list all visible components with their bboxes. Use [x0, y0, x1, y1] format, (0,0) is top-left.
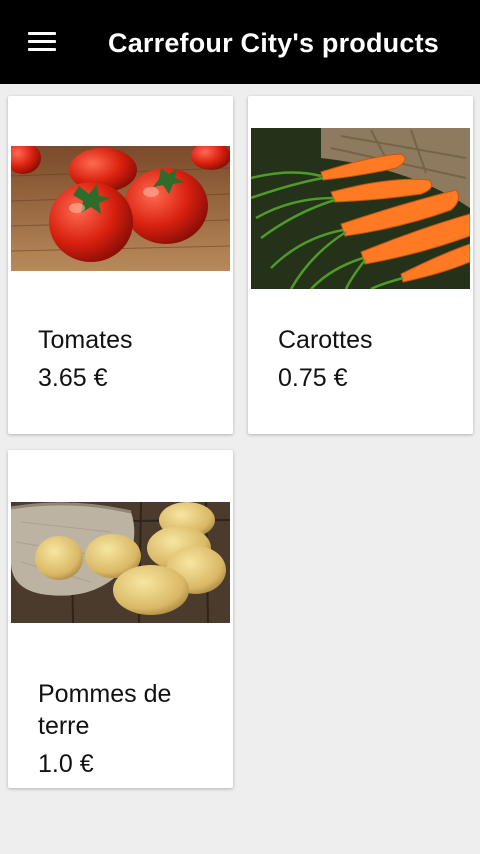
product-card-pommes-de-terre[interactable]: Pommes de terre 1.0 €	[8, 450, 233, 788]
page-title: Carrefour City's products	[108, 28, 439, 58]
product-card-carottes[interactable]: Carottes 0.75 €	[248, 96, 473, 434]
product-price: 3.65 €	[38, 364, 108, 392]
product-name: Pommes de terre	[38, 680, 172, 740]
product-price: 1.0 €	[38, 750, 94, 778]
menu-button[interactable]	[14, 20, 70, 64]
carrots-image	[251, 128, 470, 289]
hamburger-menu-icon	[28, 32, 56, 52]
potatoes-image	[11, 502, 230, 623]
tomatoes-image	[11, 146, 230, 271]
app-bar: Carrefour City's products	[0, 0, 480, 84]
product-name: Tomates	[38, 326, 133, 354]
product-price: 0.75 €	[278, 364, 348, 392]
product-card-tomates[interactable]: Tomates 3.65 €	[8, 96, 233, 434]
product-name: Carottes	[278, 326, 373, 354]
